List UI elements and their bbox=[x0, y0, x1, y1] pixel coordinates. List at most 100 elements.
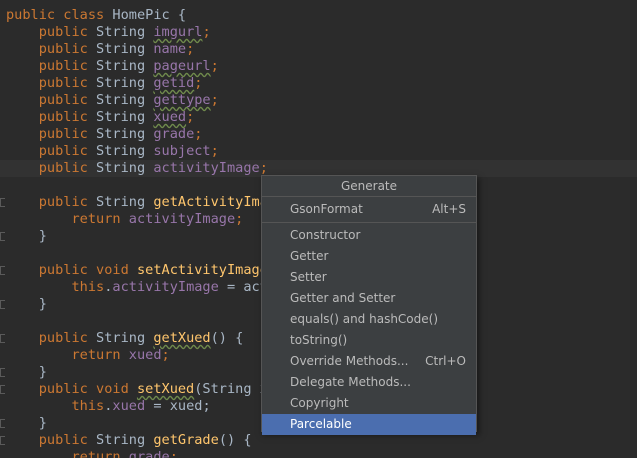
code-token: return bbox=[6, 449, 129, 458]
code-token: public void bbox=[6, 262, 137, 278]
code-token: return bbox=[6, 211, 129, 227]
code-token: getActivityIma bbox=[153, 194, 268, 210]
code-line[interactable]: public String imgurl; bbox=[0, 24, 637, 41]
menu-item-equals-and-hashcode[interactable]: equals() and hashCode() bbox=[262, 309, 476, 330]
code-token: ; bbox=[186, 109, 195, 125]
code-token: String bbox=[96, 194, 154, 210]
code-token: ; bbox=[169, 449, 178, 458]
code-token: public bbox=[6, 143, 97, 159]
code-token: activityImage bbox=[153, 160, 260, 176]
code-token: public bbox=[6, 126, 97, 142]
code-token: subject bbox=[153, 143, 211, 159]
code-token: pageurl bbox=[153, 58, 211, 74]
code-line[interactable]: public String pageurl; bbox=[0, 58, 637, 75]
code-token: String bbox=[96, 75, 154, 91]
menu-item-label: Getter bbox=[290, 249, 329, 263]
menu-item-tostring[interactable]: toString() bbox=[262, 330, 476, 351]
menu-item-parcelable[interactable]: Parcelable bbox=[262, 414, 476, 435]
code-token: setActivityImage bbox=[136, 262, 268, 278]
code-line[interactable]: public String name; bbox=[0, 41, 637, 58]
code-token: public bbox=[6, 194, 97, 210]
code-token: public bbox=[6, 92, 97, 108]
code-token: } bbox=[6, 415, 47, 431]
menu-item-label: GsonFormat bbox=[290, 202, 363, 216]
menu-item-override-methods[interactable]: Override Methods... Ctrl+O bbox=[262, 351, 476, 372]
code-token: public class bbox=[6, 7, 113, 23]
code-token: String bbox=[96, 143, 154, 159]
menu-item-label: Getter and Setter bbox=[290, 291, 396, 305]
code-token: } bbox=[6, 296, 47, 312]
code-token: public bbox=[6, 58, 97, 74]
code-token: public bbox=[6, 109, 97, 125]
code-token: String bbox=[96, 160, 154, 176]
code-token: public bbox=[6, 24, 97, 40]
code-token: activityImage bbox=[112, 279, 219, 295]
code-token: String bbox=[96, 432, 154, 448]
code-token: } bbox=[6, 364, 47, 380]
code-token: () { bbox=[218, 432, 252, 448]
code-token: xued bbox=[112, 398, 146, 414]
code-token: gettype bbox=[153, 92, 211, 108]
menu-item-shortcut: Ctrl+O bbox=[425, 354, 466, 368]
code-token: setXued bbox=[136, 381, 195, 397]
menu-item-label: Copyright bbox=[290, 396, 349, 410]
code-token: ; bbox=[210, 143, 219, 159]
code-token: String bbox=[96, 41, 154, 57]
code-token: public bbox=[6, 160, 97, 176]
code-token: ; bbox=[202, 24, 211, 40]
code-token: public bbox=[6, 330, 97, 346]
menu-item-constructor[interactable]: Constructor bbox=[262, 225, 476, 246]
code-token: public bbox=[6, 432, 97, 448]
code-token: grade bbox=[128, 449, 170, 458]
code-line[interactable]: public class HomePic { bbox=[0, 7, 637, 24]
menu-item-label: Constructor bbox=[290, 228, 361, 242]
code-token: xued bbox=[153, 109, 187, 125]
code-token: ; bbox=[186, 41, 195, 57]
code-token: ; bbox=[235, 211, 244, 227]
code-line[interactable]: public String grade; bbox=[0, 126, 637, 143]
code-line[interactable]: public String getid; bbox=[0, 75, 637, 92]
menu-item-delegate-methods[interactable]: Delegate Methods... bbox=[262, 372, 476, 393]
code-line[interactable]: return grade; bbox=[0, 449, 637, 458]
code-token: () { bbox=[210, 330, 244, 346]
code-line[interactable]: public String xued; bbox=[0, 109, 637, 126]
menu-item-getter[interactable]: Getter bbox=[262, 246, 476, 267]
code-token: String bbox=[96, 109, 154, 125]
code-token: public bbox=[6, 41, 97, 57]
code-token: activityImage bbox=[128, 211, 236, 227]
code-token: String bbox=[96, 24, 154, 40]
code-token: grade bbox=[153, 126, 195, 142]
menu-item-gsonformat[interactable]: GsonFormat Alt+S bbox=[262, 199, 476, 220]
code-token: this bbox=[6, 398, 105, 414]
code-token: xued bbox=[128, 347, 162, 363]
code-token: ; bbox=[259, 160, 268, 176]
menu-item-getter-and-setter[interactable]: Getter and Setter bbox=[262, 288, 476, 309]
code-token: (String x bbox=[194, 381, 268, 397]
menu-separator bbox=[262, 222, 476, 223]
code-token: return bbox=[6, 347, 129, 363]
code-token: getGrade bbox=[153, 432, 219, 448]
code-token: this bbox=[6, 279, 105, 295]
menu-item-label: Parcelable bbox=[290, 417, 352, 431]
code-token: } bbox=[6, 228, 47, 244]
code-token: ; bbox=[210, 92, 219, 108]
code-token: String bbox=[96, 92, 154, 108]
menu-item-label: Setter bbox=[290, 270, 327, 284]
code-token: ; bbox=[210, 58, 219, 74]
popup-title: Generate bbox=[262, 176, 476, 197]
code-line[interactable]: public String gettype; bbox=[0, 92, 637, 109]
menu-item-copyright[interactable]: Copyright bbox=[262, 393, 476, 414]
code-token: ; bbox=[194, 75, 203, 91]
code-token: String bbox=[96, 58, 154, 74]
code-token: HomePic { bbox=[112, 7, 187, 23]
menu-item-label: toString() bbox=[290, 333, 348, 347]
code-token: ; bbox=[161, 347, 170, 363]
code-line[interactable]: public String subject; bbox=[0, 143, 637, 160]
menu-item-setter[interactable]: Setter bbox=[262, 267, 476, 288]
code-token: public void bbox=[6, 381, 137, 397]
code-token: imgurl bbox=[153, 24, 203, 40]
generate-popup-menu: Generate GsonFormat Alt+S Constructor Gett… bbox=[261, 175, 477, 435]
menu-item-shortcut: Alt+S bbox=[432, 202, 466, 216]
code-token: ; bbox=[194, 126, 203, 142]
code-token: public bbox=[6, 75, 97, 91]
